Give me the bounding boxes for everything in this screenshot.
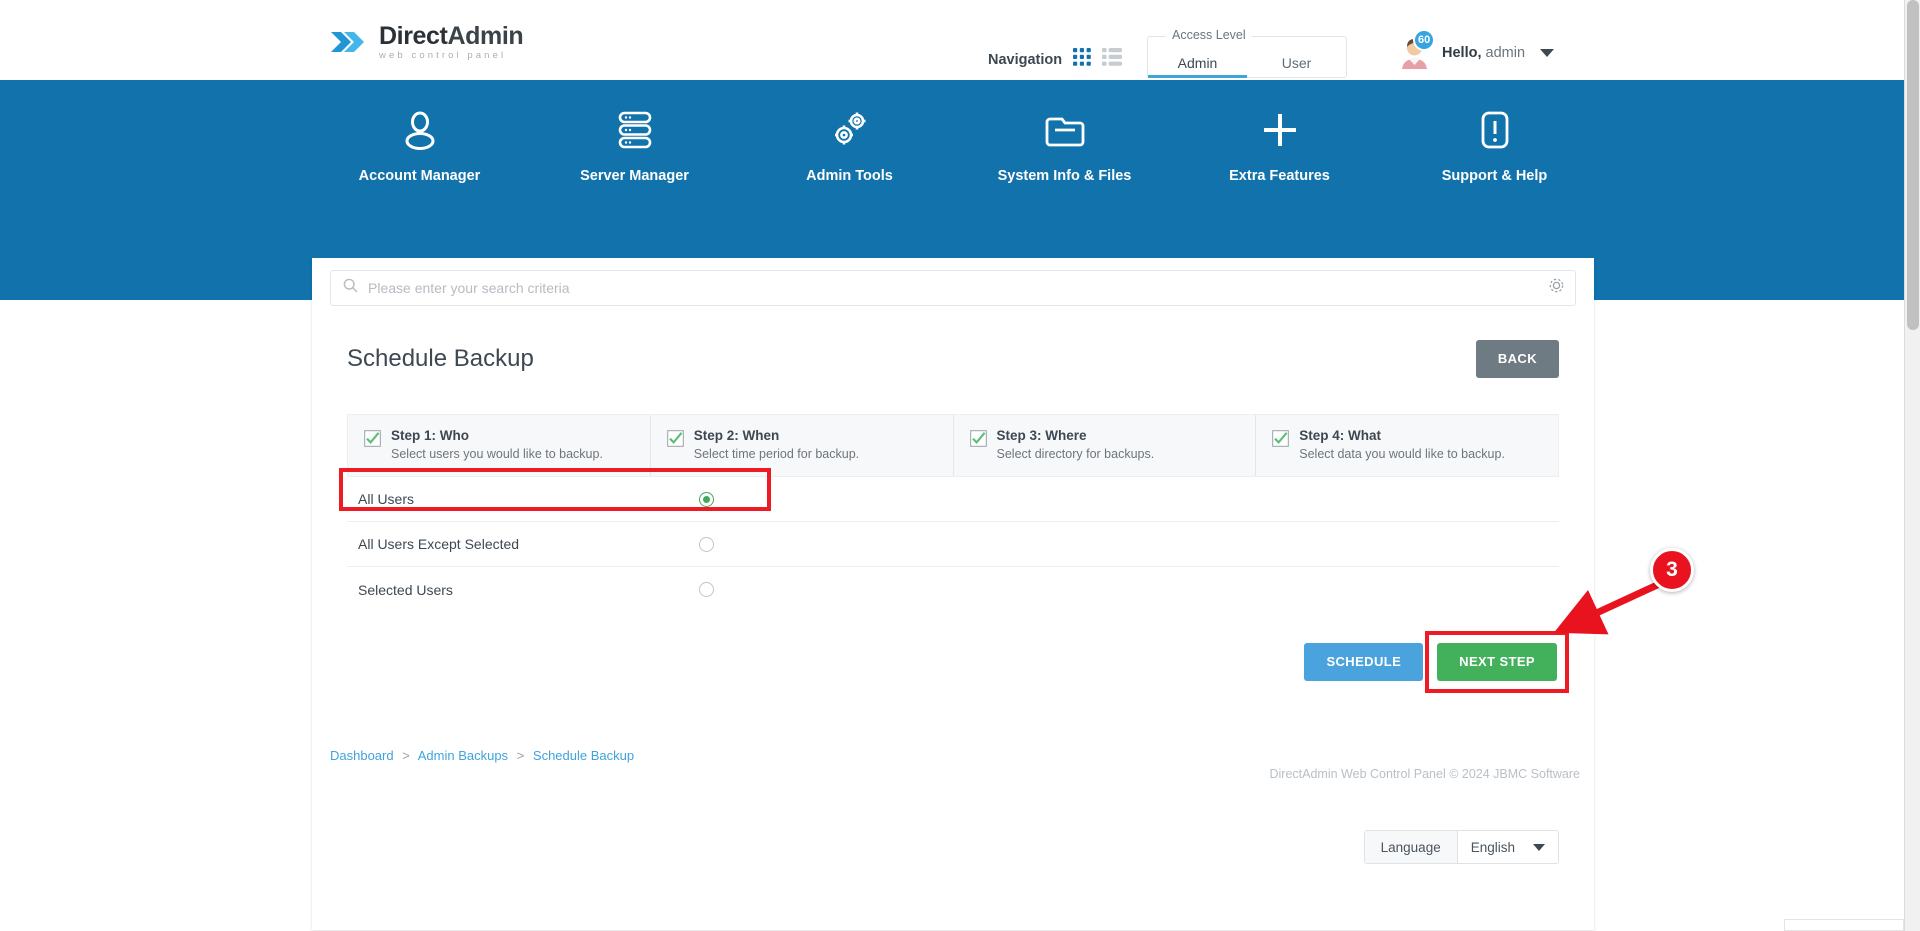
action-buttons: SCHEDULE NEXT STEP [347,631,1569,693]
navigation-label: Navigation [988,51,1063,68]
top-header: DirectAdmin web control panel Navigation [0,0,1920,80]
brand-name-second: Admin [447,21,524,50]
gear-icon[interactable] [1548,277,1565,299]
wizard-step-subtitle: Select data you would like to backup. [1299,447,1505,461]
nav-item-label: System Info & Files [997,168,1132,184]
wizard-steps: Step 1: Who Select users you would like … [347,414,1559,477]
brand-logo[interactable]: DirectAdmin web control panel [327,21,524,62]
nav-item-label: Server Manager [580,168,689,184]
schedule-button[interactable]: SCHEDULE [1304,643,1424,681]
chevron-down-icon[interactable] [1540,48,1555,57]
list-view-icon[interactable] [1102,48,1123,71]
wizard-step-when[interactable]: Step 2: When Select time period for back… [651,415,954,476]
breadcrumb-item-dashboard[interactable]: Dashboard [330,748,394,763]
wizard-step-subtitle: Select users you would like to backup. [391,447,603,461]
radio-selected-users[interactable] [699,582,714,597]
nav-item-account-manager[interactable]: Account Manager [312,107,527,184]
brand-name-first: Direct [379,21,448,50]
nav-item-server-manager[interactable]: Server Manager [527,107,742,184]
search-input[interactable] [368,280,1538,296]
next-step-button[interactable]: NEXT STEP [1437,643,1557,681]
page-title: Schedule Backup [347,345,534,372]
language-selector[interactable]: Language English [1363,830,1559,864]
card-body: Schedule Backup BACK Step 1: Who Select … [312,314,1594,693]
wizard-step-title: Step 2: When [693,428,780,443]
option-row-all-users[interactable]: All Users [339,468,1559,522]
user-greeting: Hello, admin [1442,45,1525,61]
wizard-step-subtitle: Select directory for backups. [996,447,1155,461]
nav-item-label: Support & Help [1441,168,1548,184]
greeting-name: admin [1485,44,1526,61]
nav-item-support-help[interactable]: Support & Help [1387,107,1602,184]
breadcrumb-item-schedule-backup[interactable]: Schedule Backup [533,748,634,763]
folder-icon [957,107,1172,153]
nav-item-label: Admin Tools [806,168,893,184]
breadcrumb-separator: > [516,748,525,763]
search-bar[interactable] [330,270,1576,306]
checked-checkbox-icon [969,430,987,461]
access-level-tab-admin[interactable]: Admin [1148,37,1247,78]
user-icon [312,107,527,153]
search-icon [343,278,358,298]
avatar: 60 [1398,29,1436,69]
wizard-step-what[interactable]: Step 4: What Select data you would like … [1256,415,1558,476]
wizard-step-where[interactable]: Step 3: Where Select directory for backu… [954,415,1257,476]
scroll-corner [1784,919,1904,931]
breadcrumb-separator: > [402,748,410,763]
main-content-card: Schedule Backup BACK Step 1: Who Select … [312,258,1594,930]
nav-item-label: Extra Features [1229,168,1330,184]
search-row [312,258,1594,314]
primary-navigation: Account Manager Server Manager Admin Too… [312,107,1602,184]
wizard-step-title: Step 3: Where [996,428,1087,443]
wizard-step-subtitle: Select time period for backup. [693,447,860,461]
nav-item-label: Account Manager [358,168,481,184]
wizard-step-title: Step 1: Who [391,428,469,443]
checked-checkbox-icon [1272,430,1290,461]
option-label: All Users [358,491,415,507]
option-row-all-users-except-selected[interactable]: All Users Except Selected [347,522,1559,567]
footer-copyright: DirectAdmin Web Control Panel © 2024 JBM… [1269,767,1581,781]
nav-item-system-info-files[interactable]: System Info & Files [957,107,1172,184]
application-window: DirectAdmin web control panel Navigation [0,0,1920,931]
wizard-step-title: Step 4: What [1299,428,1382,443]
checked-checkbox-icon [364,430,381,461]
option-label: All Users Except Selected [358,536,520,552]
plus-icon [1172,107,1387,153]
double-gear-icon [742,107,957,153]
grid-view-icon[interactable] [1073,48,1091,71]
wizard-step-who[interactable]: Step 1: Who Select users you would like … [348,415,651,476]
notification-badge[interactable]: 60 [1413,29,1436,51]
greeting-bold: Hello, [1442,44,1482,61]
radio-all-users-except-selected[interactable] [699,536,714,552]
exclamation-square-icon [1387,107,1602,153]
radio-all-users[interactable] [699,491,714,507]
navigation-view-switch: Navigation [988,48,1123,71]
scrollbar-thumb[interactable] [1907,0,1919,330]
user-menu[interactable]: 60 Hello, admin [1398,29,1555,69]
access-level-switch: Access Level Admin User [1147,28,1347,78]
nav-item-admin-tools[interactable]: Admin Tools [742,107,957,184]
page-header-row: Schedule Backup BACK [347,340,1559,378]
vertical-scrollbar[interactable] [1904,0,1920,931]
breadcrumb-item-admin-backups[interactable]: Admin Backups [418,748,508,763]
breadcrumb: Dashboard > Admin Backups > Schedule Bac… [330,748,634,763]
option-row-selected-users[interactable]: Selected Users [347,567,1559,612]
next-step-wrapper: NEXT STEP [1425,631,1569,693]
user-scope-options: All Users All Users Except Selected Sele… [339,468,1559,612]
back-button[interactable]: BACK [1475,340,1559,378]
option-label: Selected Users [358,581,453,598]
checked-checkbox-icon [666,430,684,461]
language-value[interactable]: English [1457,831,1558,863]
access-level-tab-user[interactable]: User [1247,37,1346,77]
server-stack-icon [527,107,742,153]
language-label: Language [1364,831,1458,863]
double-chevron-icon [327,22,367,62]
chevron-down-icon [1533,843,1545,851]
brand-tagline: web control panel [379,49,507,61]
nav-item-extra-features[interactable]: Extra Features [1172,107,1387,184]
annotation-step-badge: 3 [1650,548,1694,592]
language-current: English [1470,839,1515,855]
